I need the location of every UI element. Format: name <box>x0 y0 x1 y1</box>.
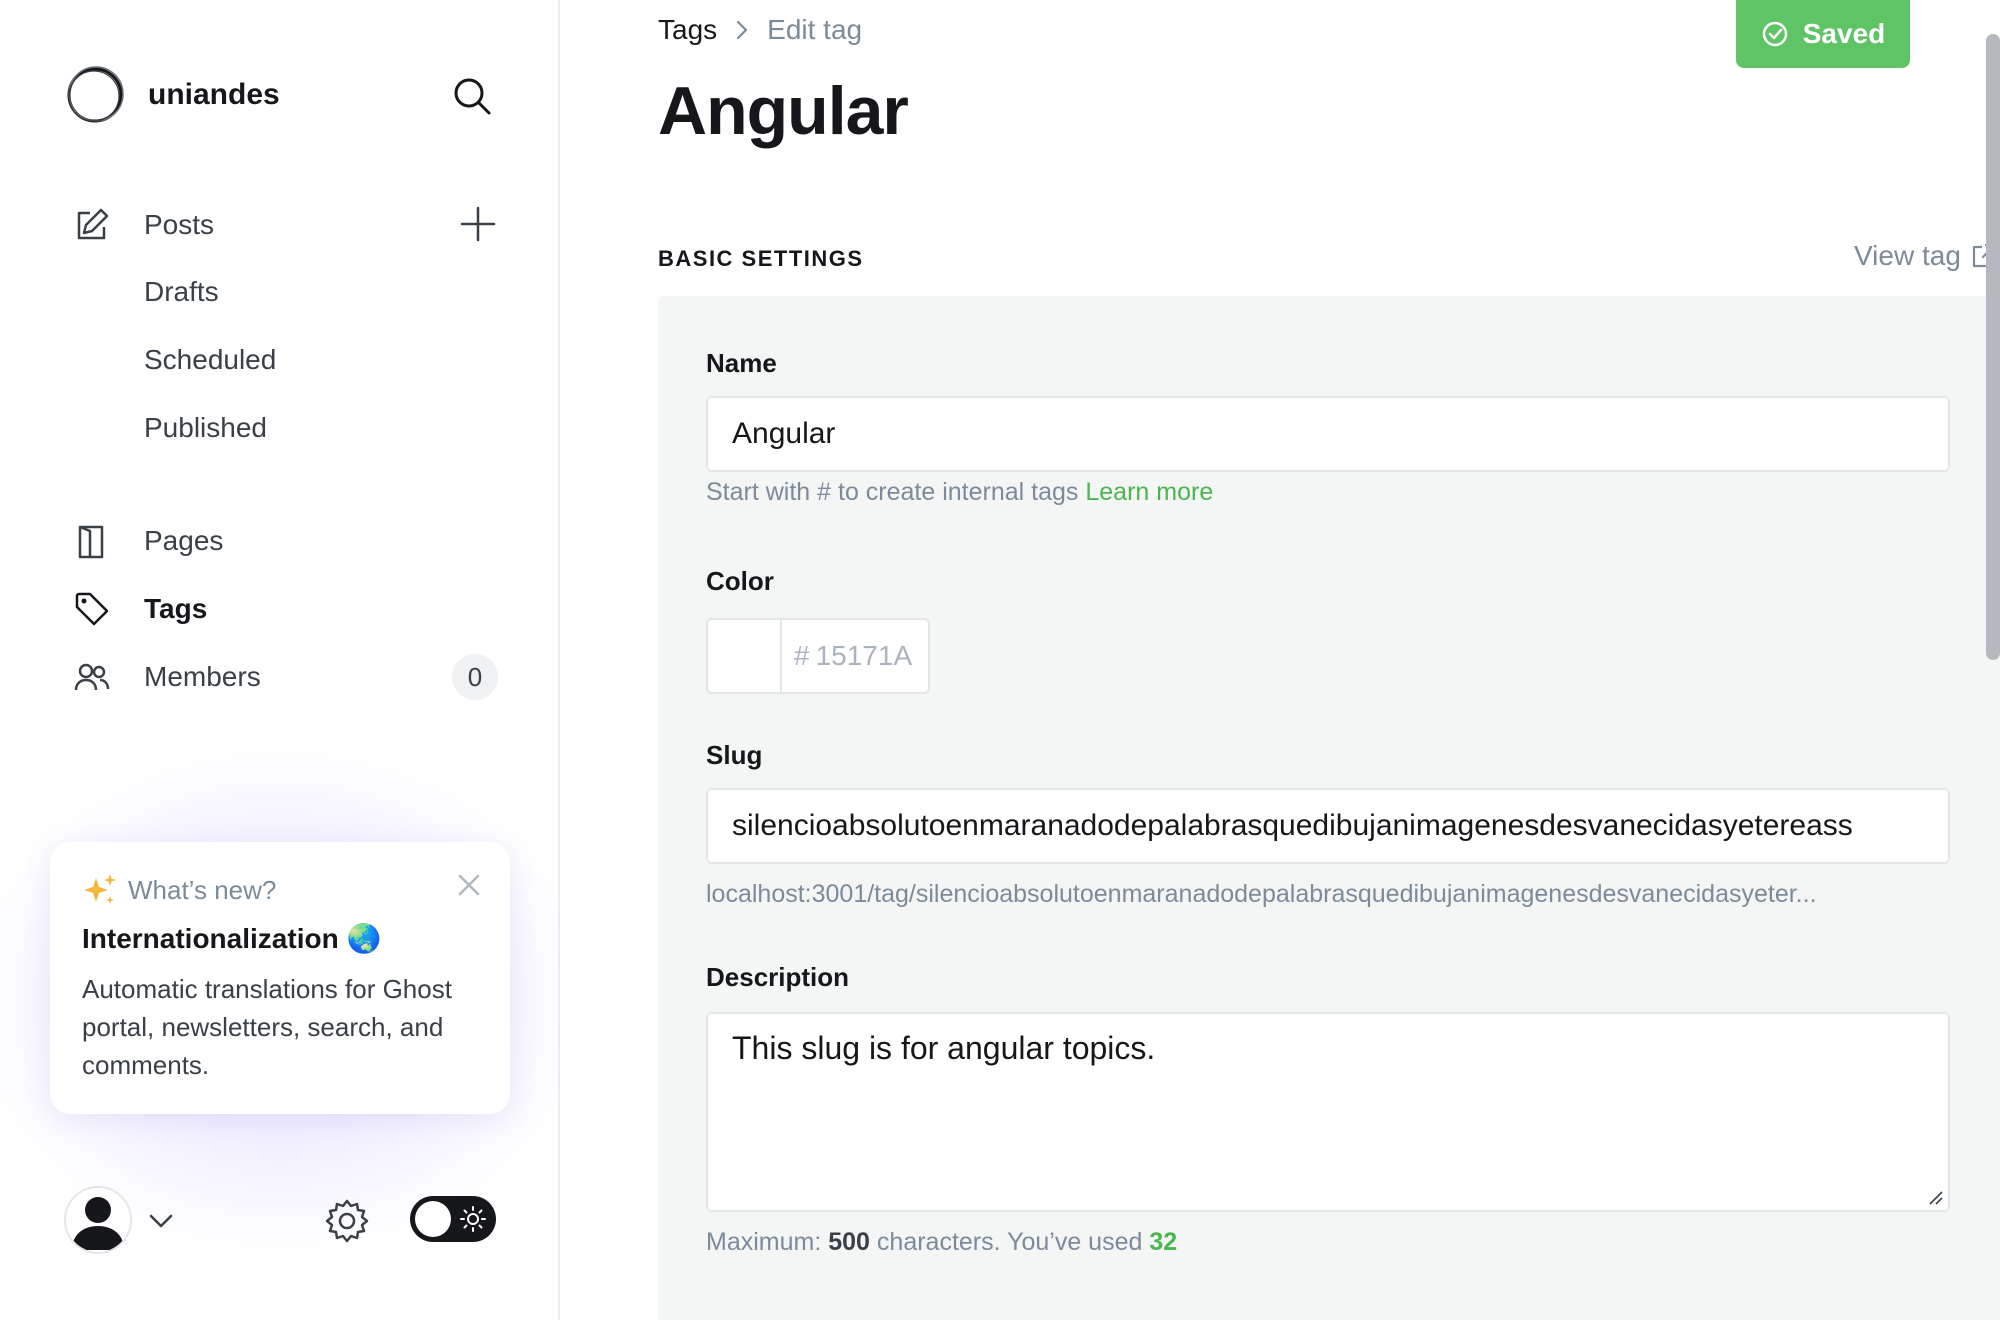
slug-label: Slug <box>706 740 763 770</box>
sidebar-item-posts[interactable]: Posts <box>72 200 214 250</box>
chevron-down-icon[interactable] <box>146 1206 176 1236</box>
sidebar-item-members-label: Members <box>144 661 261 692</box>
view-tag-label: View tag <box>1854 240 1961 271</box>
theme-toggle[interactable] <box>410 1196 496 1242</box>
name-input[interactable]: Angular <box>706 396 1950 472</box>
page-scrollbar[interactable] <box>1986 34 2000 660</box>
color-label: Color <box>706 566 774 596</box>
whats-new-kicker-label: What’s new? <box>128 874 277 905</box>
description-text: This slug is for angular topics. <box>732 1030 1156 1066</box>
theme-toggle-knob <box>415 1201 451 1237</box>
page-title: Angular <box>658 73 909 149</box>
description-textarea[interactable]: This slug is for angular topics. <box>706 1012 1950 1212</box>
edit-post-icon <box>72 205 112 245</box>
section-title: BASIC SETTINGS <box>658 246 864 271</box>
view-tag-link[interactable]: View tag <box>1854 240 1997 272</box>
whats-new-title: Internationalization 🌏 <box>82 923 382 954</box>
whats-new-body: Automatic translations for Ghost portal,… <box>82 974 452 1080</box>
settings-button[interactable] <box>322 1196 372 1246</box>
color-swatch[interactable] <box>708 620 782 692</box>
sidebar-item-pages[interactable]: Pages <box>72 516 223 566</box>
name-hint: Start with # to create internal tags Lea… <box>706 478 1213 507</box>
breadcrumb-current: Edit tag <box>767 14 863 45</box>
pages-icon <box>72 521 112 561</box>
desc-hint-prefix: Maximum: <box>706 1228 822 1256</box>
sidebar-item-members[interactable]: Members <box>72 652 261 702</box>
description-label: Description <box>706 962 850 992</box>
color-hex-value: 15171A <box>815 640 913 671</box>
site-brand[interactable]: uniandes <box>64 64 280 126</box>
sidebar-item-tags[interactable]: Tags <box>72 584 207 634</box>
whats-new-kicker: What’s new? <box>82 872 276 908</box>
desc-hint-max: 500 <box>828 1228 870 1256</box>
sidebar-item-tags-label: Tags <box>144 593 208 624</box>
chevron-right-icon <box>737 20 748 40</box>
breadcrumb: Tags Edit tag <box>658 14 862 46</box>
slug-url-preview: localhost:3001/tag/silencioabsolutoenmar… <box>706 880 1817 908</box>
save-button[interactable]: Saved <box>1736 0 1910 68</box>
sidebar-item-posts-label: Posts <box>144 209 215 240</box>
resize-handle-icon[interactable] <box>1926 1188 1944 1206</box>
sidebar: uniandes Posts Drafts Scheduled Publishe… <box>0 0 560 1320</box>
members-count-badge: 0 <box>452 654 498 700</box>
close-icon[interactable] <box>454 870 484 900</box>
slug-input[interactable]: silencioabsolutoenmaranadodepalabrasqued… <box>706 788 1950 864</box>
site-logo-icon <box>67 66 124 123</box>
name-label: Name <box>706 348 777 378</box>
sun-icon <box>460 1206 486 1232</box>
new-post-button[interactable] <box>456 202 500 246</box>
description-hint: Maximum: 500 characters. You’ve used 32 <box>706 1228 1177 1257</box>
color-hex-prefix: # <box>794 640 810 671</box>
search-icon <box>454 78 491 115</box>
desc-hint-mid: characters. You’ve used <box>876 1228 1143 1256</box>
basic-settings-panel: Name Angular Start with # to create inte… <box>658 296 2000 1320</box>
user-icon <box>72 1197 124 1250</box>
save-button-label: Saved <box>1802 18 1886 49</box>
learn-more-link[interactable]: Learn more <box>1085 478 1213 506</box>
color-picker[interactable]: # 15171A <box>706 618 930 694</box>
name-hint-text: Start with # to create internal tags <box>706 478 1079 506</box>
desc-hint-used: 32 <box>1149 1228 1178 1256</box>
search-button[interactable] <box>448 72 496 120</box>
sidebar-item-published[interactable]: Published <box>144 412 267 444</box>
main-content: Tags Edit tag Angular Saved BASIC SETTIN… <box>562 0 2000 1320</box>
tag-icon <box>72 589 112 629</box>
sidebar-item-scheduled[interactable]: Scheduled <box>144 344 276 376</box>
sidebar-item-drafts[interactable]: Drafts <box>144 276 219 308</box>
plus-icon <box>460 206 496 242</box>
whats-new-card[interactable]: What’s new? Internationalization 🌏 Autom… <box>50 842 510 1114</box>
site-name: uniandes <box>148 78 280 111</box>
members-icon <box>72 657 112 697</box>
avatar[interactable] <box>64 1186 132 1254</box>
check-circle-icon <box>1762 21 1787 47</box>
sidebar-item-pages-label: Pages <box>144 525 224 556</box>
sparkles-icon <box>84 874 116 904</box>
gear-icon <box>325 1199 369 1243</box>
color-hex-input[interactable]: # 15171A <box>782 620 928 692</box>
breadcrumb-tags-link[interactable]: Tags <box>658 14 717 46</box>
